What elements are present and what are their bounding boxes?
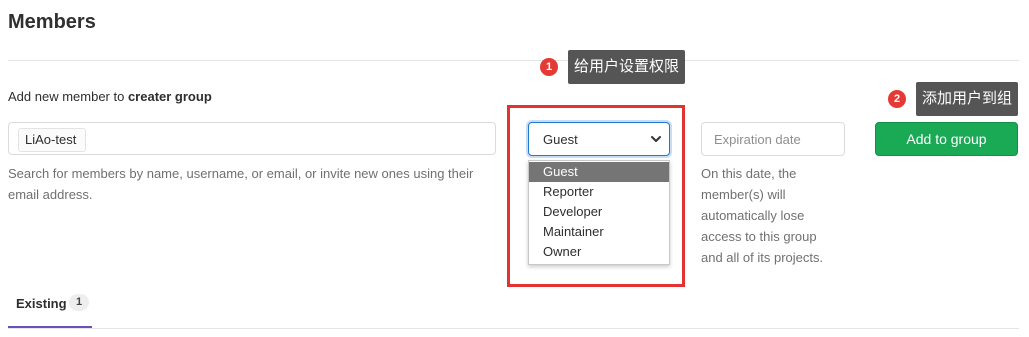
annotation-badge-2: 2 (888, 90, 906, 108)
annotation-callout-1: 给用户设置权限 (568, 50, 686, 84)
add-member-label: Add new member to creater group (8, 89, 212, 104)
selected-user-token[interactable]: LiAo-test (18, 128, 87, 152)
group-name: creater group (127, 89, 212, 104)
tab-existing-label: Existing (16, 296, 67, 311)
tabs-border (8, 328, 1019, 329)
title-divider (8, 60, 1019, 61)
role-highlight-frame (507, 105, 685, 287)
annotation-badge-1: 1 (540, 58, 558, 76)
page-title: Members (8, 11, 96, 33)
expiration-date-input[interactable] (712, 131, 836, 148)
search-help-text: Search for members by name, username, or… (8, 166, 474, 202)
expiration-date-field[interactable] (701, 122, 845, 156)
add-to-group-button[interactable]: Add to group (875, 122, 1018, 156)
expiration-help-text: On this date, the member(s) will automat… (701, 166, 824, 265)
add-member-label-prefix: Add new member to (8, 89, 128, 104)
tab-existing-count-badge: 1 (69, 294, 89, 311)
annotation-callout-2: 添加用户到组 (916, 82, 1019, 116)
member-search-input[interactable]: LiAo-test (8, 122, 496, 155)
